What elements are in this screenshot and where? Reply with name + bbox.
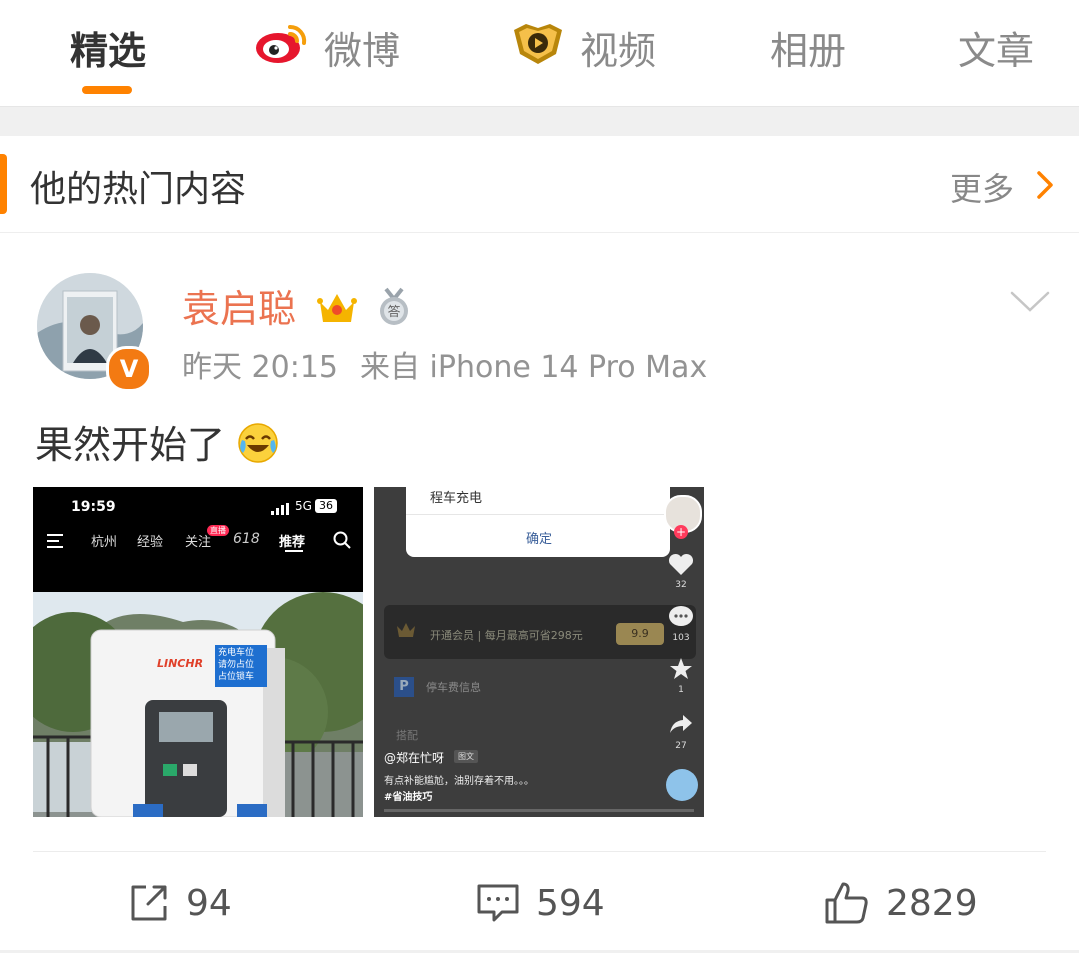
signal-bars-icon — [271, 500, 293, 515]
post-time: 昨天 20:15 — [182, 350, 338, 385]
section-spacer — [0, 106, 1079, 137]
sign-line-3: 占位锁车 — [218, 672, 255, 682]
parking-p-icon: P — [394, 677, 414, 697]
sign-line-1: 充电车位 — [218, 648, 255, 658]
nav-recommend: 推荐 — [279, 535, 306, 550]
dialog-confirm-button: 确定 — [526, 532, 553, 547]
comment-button[interactable]: 594 — [476, 876, 605, 930]
repost-count: 94 — [186, 882, 232, 924]
star-icon — [669, 657, 693, 685]
nav-618: 618 — [233, 531, 260, 547]
charger-photo — [33, 592, 363, 817]
follow-plus-icon: + — [674, 525, 688, 539]
music-disc-icon — [666, 769, 698, 801]
dialog-divider — [406, 514, 670, 515]
tab-weibo[interactable]: 微博 — [254, 20, 400, 74]
shares-count: 27 — [675, 741, 687, 751]
verified-v-badge-icon: V — [106, 346, 152, 392]
chevron-down-icon[interactable] — [1010, 290, 1050, 318]
comment-count: 594 — [536, 882, 605, 924]
parking-info: 停车费信息 — [426, 681, 481, 694]
video-hashtag: #省油技巧 — [384, 792, 433, 803]
dialog-text: 程车充电 — [430, 491, 483, 506]
svg-text:答: 答 — [388, 304, 401, 320]
sign-line-2: 请勿占位 — [218, 660, 255, 670]
nav-active-indicator — [285, 550, 303, 552]
answer-medal-icon[interactable]: 答 — [376, 287, 412, 336]
share-arrow-icon — [669, 713, 693, 739]
comments-count: 103 — [672, 633, 690, 643]
nav-hangzhou: 杭州 — [91, 535, 118, 550]
image-text-tag: 图文 — [454, 750, 478, 763]
creator-handle: @郑在忙呀 — [384, 751, 445, 765]
author-name[interactable]: 袁启聪 答 — [182, 278, 412, 336]
chevron-right-icon[interactable] — [1036, 170, 1054, 204]
comment-bubble-icon — [668, 605, 694, 633]
tab-album-label: 相册 — [770, 28, 847, 73]
tab-articles[interactable]: 文章 — [958, 20, 1034, 74]
battery-level: 36 — [315, 499, 337, 513]
post-text: 果然开始了 — [35, 414, 279, 473]
vip-banner-text: 开通会员 | 每月最高可省298元 — [430, 629, 583, 642]
tab-weibo-label: 微博 — [324, 28, 401, 73]
tab-video-label: 视频 — [580, 28, 657, 73]
heart-icon — [668, 553, 694, 581]
nav-experience: 经验 — [137, 535, 164, 550]
tab-articles-label: 文章 — [958, 28, 1035, 73]
repost-button[interactable]: 94 — [128, 876, 232, 930]
post-text-content: 果然开始了 — [35, 423, 226, 467]
post-image-2[interactable]: 开通会员 | 每月最高可省298元 9.9 P 停车费信息 搭配 程车充电 确定… — [374, 487, 704, 817]
active-tab-indicator — [82, 86, 132, 94]
signal-type: 5G — [295, 499, 312, 513]
post-image-1[interactable]: 19:59 5G 36 杭州 经验 关注 直播 618 推荐 LINCHR 充电… — [33, 487, 363, 817]
author-name-text: 袁启聪 — [182, 287, 297, 331]
live-badge: 直播 — [207, 525, 229, 536]
section-title: 他的热门内容 — [30, 169, 247, 210]
tab-video[interactable]: 视频 — [510, 20, 656, 74]
menu-icon — [47, 533, 65, 552]
charger-brand: LINCHR — [157, 657, 204, 670]
like-count: 2829 — [886, 882, 978, 924]
more-link[interactable]: 更多 — [950, 164, 1014, 210]
search-icon — [333, 531, 351, 553]
crown-icon — [396, 621, 416, 643]
tab-album[interactable]: 相册 — [770, 20, 846, 74]
tab-featured-label: 精选 — [70, 28, 147, 73]
section-accent-bar — [0, 154, 7, 214]
post-meta: 昨天 20:15 来自 iPhone 14 Pro Max — [182, 342, 729, 386]
post-source: 来自 iPhone 14 Pro Max — [360, 350, 708, 385]
section-label: 搭配 — [396, 729, 418, 742]
tab-featured[interactable]: 精选 — [70, 20, 146, 74]
top-tab-bar: 精选 微博 视频 相册 文章 — [0, 0, 1079, 106]
actions-divider — [33, 851, 1046, 852]
video-badge-icon — [510, 20, 566, 75]
phone-time: 19:59 — [71, 499, 116, 515]
nav-follow: 关注 — [185, 535, 212, 550]
share-icon — [131, 885, 167, 921]
like-button[interactable]: 2829 — [824, 876, 978, 930]
crown-badge-icon[interactable] — [316, 288, 358, 335]
progress-track — [384, 809, 694, 812]
video-caption: 有点补能尴尬，油别存着不用。。。 — [384, 776, 534, 787]
vip-price: 9.9 — [616, 623, 664, 645]
thumbs-up-icon — [825, 882, 868, 924]
favorites-count: 1 — [678, 685, 684, 695]
comment-icon — [477, 884, 519, 922]
parking-sign: 充电车位 请勿占位 占位锁车 — [215, 645, 267, 687]
likes-count: 32 — [675, 580, 687, 590]
weibo-logo-icon — [254, 21, 310, 74]
laugh-cry-emoji-icon — [237, 422, 279, 473]
